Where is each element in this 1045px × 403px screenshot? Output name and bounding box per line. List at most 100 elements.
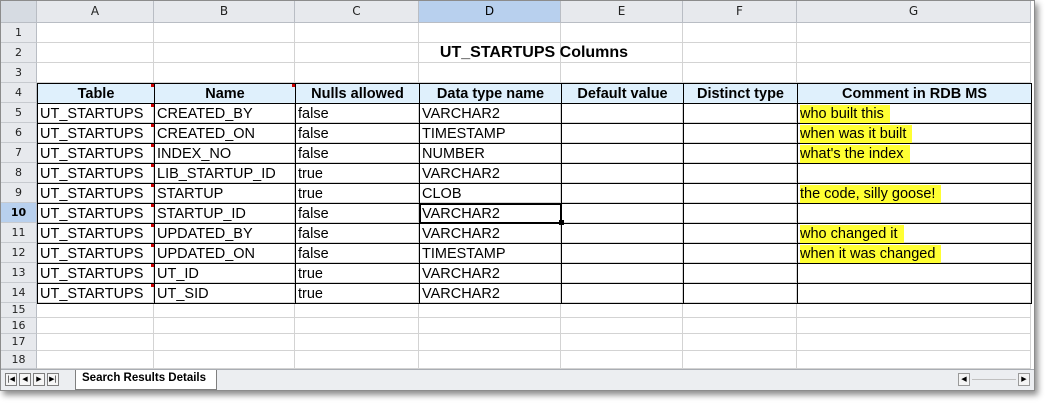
header-cell-d[interactable]: Data type name [419, 83, 562, 104]
cell-a10[interactable]: UT_STARTUPS [37, 203, 155, 224]
cell-g12[interactable]: when it was changed [797, 243, 1032, 264]
cell-b6[interactable]: CREATED_ON [154, 123, 296, 144]
header-cell-b[interactable]: Name [154, 83, 296, 104]
header-cell-g[interactable]: Comment in RDB MS [797, 83, 1032, 104]
column-header-f[interactable]: F [683, 1, 797, 23]
cell-g11[interactable]: who changed it [797, 223, 1032, 244]
cell-d6[interactable]: TIMESTAMP [419, 123, 562, 144]
column-header-g[interactable]: G [797, 1, 1031, 23]
cell-g8[interactable] [797, 163, 1032, 184]
active-cell-cursor[interactable] [419, 203, 562, 224]
cell-d7[interactable]: NUMBER [419, 143, 562, 164]
cell-d8[interactable]: VARCHAR2 [419, 163, 562, 184]
cell-a6[interactable]: UT_STARTUPS [37, 123, 155, 144]
row-header-2[interactable]: 2 [1, 43, 37, 63]
scroll-left-button[interactable]: ◀ [958, 373, 970, 386]
column-header-c[interactable]: C [295, 1, 419, 23]
row-header-14[interactable]: 14 [1, 283, 37, 303]
row-header-5[interactable]: 5 [1, 103, 37, 123]
cell-d13[interactable]: VARCHAR2 [419, 263, 562, 284]
cell-b13[interactable]: UT_ID [154, 263, 296, 284]
cell-e11[interactable] [561, 223, 684, 244]
row-header-18[interactable]: 18 [1, 351, 37, 369]
cell-e14[interactable] [561, 283, 684, 304]
cell-f6[interactable] [683, 123, 798, 144]
cell-d5[interactable]: VARCHAR2 [419, 103, 562, 124]
cell-c8[interactable]: true [295, 163, 420, 184]
cell-g5[interactable]: who built this [797, 103, 1032, 124]
cell-f11[interactable] [683, 223, 798, 244]
cell-c6[interactable]: false [295, 123, 420, 144]
horizontal-scrollbar[interactable]: ◀ ▶ [958, 373, 1032, 387]
row-header-4[interactable]: 4 [1, 83, 37, 103]
cell-e9[interactable] [561, 183, 684, 204]
cell-b9[interactable]: STARTUP [154, 183, 296, 204]
cell-g10[interactable] [797, 203, 1032, 224]
select-all-corner[interactable] [1, 1, 37, 23]
cell-g13[interactable] [797, 263, 1032, 284]
row-header-12[interactable]: 12 [1, 243, 37, 263]
row-header-8[interactable]: 8 [1, 163, 37, 183]
cell-a12[interactable]: UT_STARTUPS [37, 243, 155, 264]
cell-e7[interactable] [561, 143, 684, 164]
cell-e6[interactable] [561, 123, 684, 144]
column-header-b[interactable]: B [154, 1, 295, 23]
header-cell-f[interactable]: Distinct type [683, 83, 798, 104]
cell-c13[interactable]: true [295, 263, 420, 284]
cell-g7[interactable]: what's the index [797, 143, 1032, 164]
cell-b10[interactable]: STARTUP_ID [154, 203, 296, 224]
cell-f12[interactable] [683, 243, 798, 264]
sheet-title[interactable]: UT_STARTUPS Columns [37, 43, 1031, 63]
sheet-tab[interactable]: Search Results Details [75, 370, 218, 390]
row-header-3[interactable]: 3 [1, 63, 37, 83]
cell-c12[interactable]: false [295, 243, 420, 264]
row-header-9[interactable]: 9 [1, 183, 37, 203]
header-cell-a[interactable]: Table [37, 83, 155, 104]
row-header-17[interactable]: 17 [1, 334, 37, 351]
row-header-7[interactable]: 7 [1, 143, 37, 163]
cell-e8[interactable] [561, 163, 684, 184]
column-header-a[interactable]: A [37, 1, 154, 23]
fill-handle[interactable] [559, 220, 564, 225]
cell-e5[interactable] [561, 103, 684, 124]
cell-d9[interactable]: CLOB [419, 183, 562, 204]
cell-d12[interactable]: TIMESTAMP [419, 243, 562, 264]
cell-g14[interactable] [797, 283, 1032, 304]
cell-e13[interactable] [561, 263, 684, 284]
cell-a9[interactable]: UT_STARTUPS [37, 183, 155, 204]
cell-b11[interactable]: UPDATED_BY [154, 223, 296, 244]
last-sheet-button[interactable]: ▶| [47, 373, 59, 386]
cell-f8[interactable] [683, 163, 798, 184]
cell-b8[interactable]: LIB_STARTUP_ID [154, 163, 296, 184]
cell-c10[interactable]: false [295, 203, 420, 224]
row-header-15[interactable]: 15 [1, 303, 37, 318]
row-header-16[interactable]: 16 [1, 318, 37, 334]
cell-d11[interactable]: VARCHAR2 [419, 223, 562, 244]
column-header-d[interactable]: D [419, 1, 561, 23]
cell-c7[interactable]: false [295, 143, 420, 164]
previous-sheet-button[interactable]: ◀ [19, 373, 31, 386]
cell-b12[interactable]: UPDATED_ON [154, 243, 296, 264]
cell-b14[interactable]: UT_SID [154, 283, 296, 304]
first-sheet-button[interactable]: |◀ [5, 373, 17, 386]
cell-a11[interactable]: UT_STARTUPS [37, 223, 155, 244]
cell-f14[interactable] [683, 283, 798, 304]
row-header-13[interactable]: 13 [1, 263, 37, 283]
cell-c9[interactable]: true [295, 183, 420, 204]
cell-g9[interactable]: the code, silly goose! [797, 183, 1032, 204]
cell-f13[interactable] [683, 263, 798, 284]
cell-f9[interactable] [683, 183, 798, 204]
cell-b7[interactable]: INDEX_NO [154, 143, 296, 164]
cell-a14[interactable]: UT_STARTUPS [37, 283, 155, 304]
cell-a5[interactable]: UT_STARTUPS [37, 103, 155, 124]
row-header-11[interactable]: 11 [1, 223, 37, 243]
column-header-e[interactable]: E [561, 1, 683, 23]
row-header-10[interactable]: 10 [1, 203, 37, 223]
cell-c14[interactable]: true [295, 283, 420, 304]
cell-b5[interactable]: CREATED_BY [154, 103, 296, 124]
cell-d14[interactable]: VARCHAR2 [419, 283, 562, 304]
cell-f5[interactable] [683, 103, 798, 124]
cell-a7[interactable]: UT_STARTUPS [37, 143, 155, 164]
cell-a8[interactable]: UT_STARTUPS [37, 163, 155, 184]
cell-g6[interactable]: when was it built [797, 123, 1032, 144]
